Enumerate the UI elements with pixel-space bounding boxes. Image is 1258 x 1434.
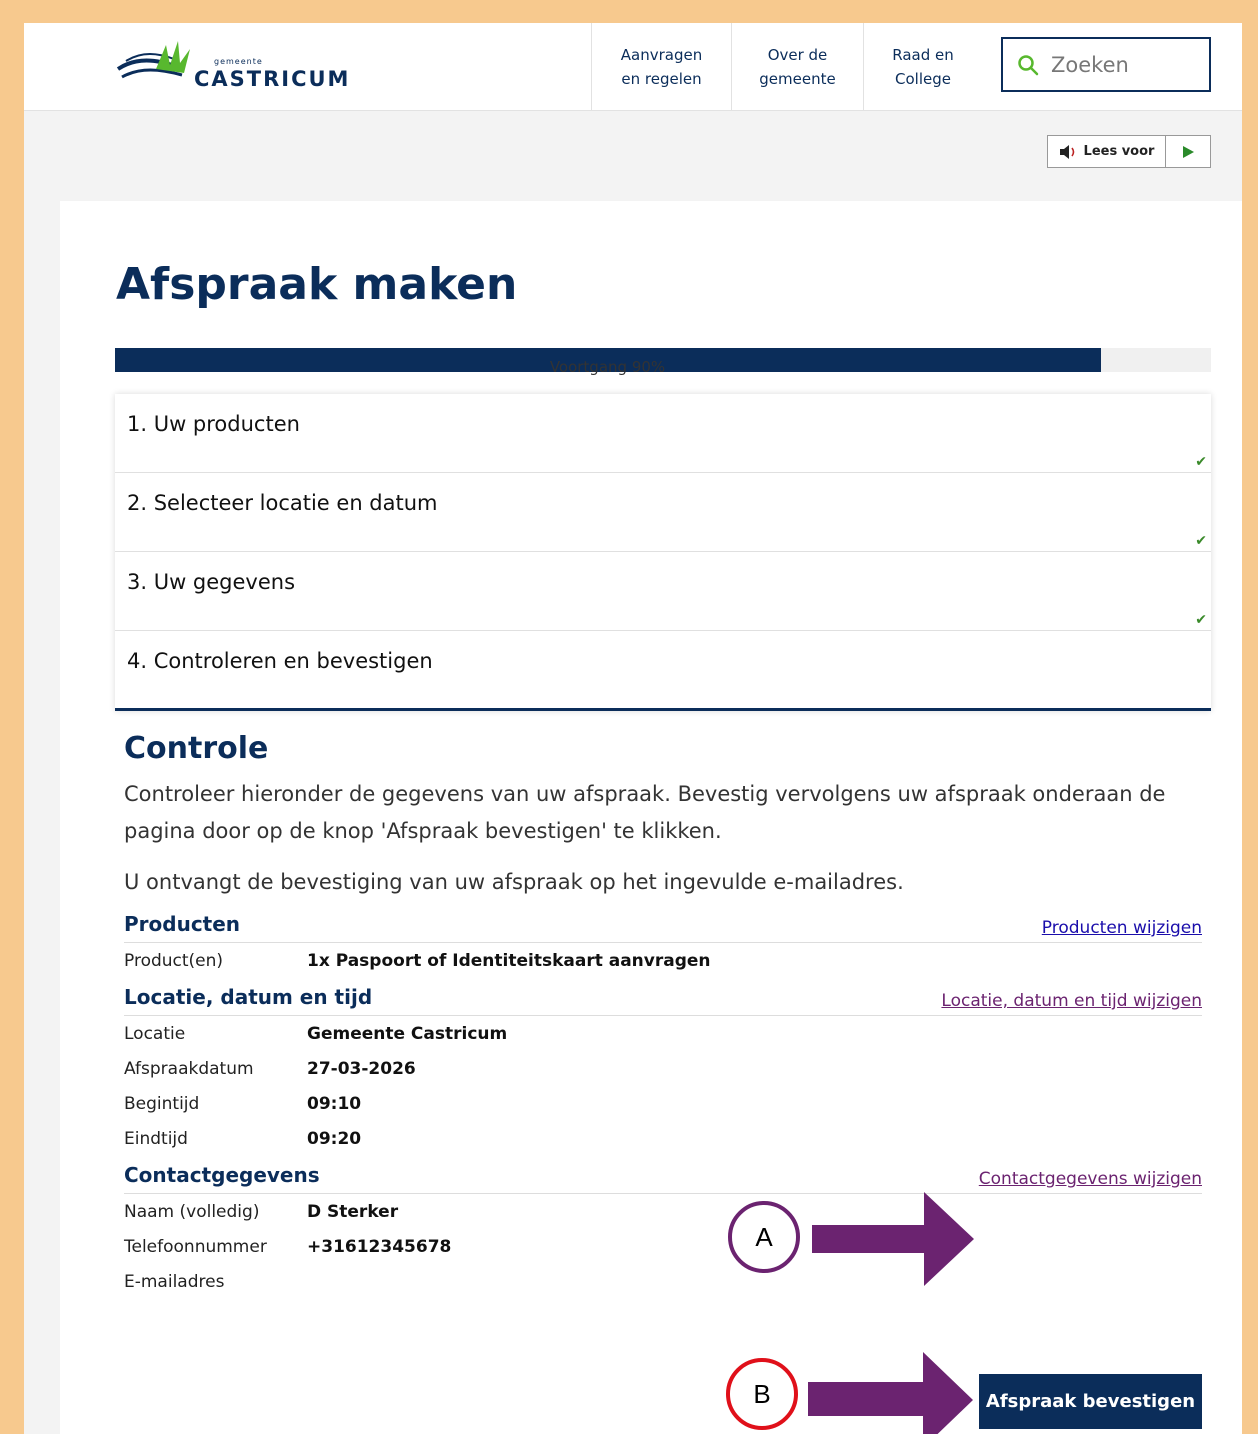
row-key: Begintijd — [124, 1093, 200, 1114]
logo-subtitle: gemeente — [214, 57, 263, 66]
progress-bar: Voortgang 90% — [115, 348, 1211, 376]
naam-row: Naam (volledig) D Sterker — [124, 1194, 1202, 1229]
nav-label-line2: College — [895, 70, 951, 88]
row-key: Locatie — [124, 1023, 186, 1044]
row-key: Product(en) — [124, 950, 224, 971]
annotation-a: A — [728, 1201, 800, 1273]
annotation-a-label: A — [755, 1221, 773, 1252]
producten-title: Producten — [124, 912, 241, 936]
controle-email-note: U ontvangt de bevestiging van uw afspraa… — [124, 870, 904, 894]
checkmark-icon: ✔ — [1195, 533, 1207, 549]
search-input[interactable]: Zoeken — [1001, 37, 1211, 92]
page-title: Afspraak maken — [116, 259, 518, 310]
contact-header: Contactgegevens Contactgegevens wijzigen — [124, 1162, 1202, 1194]
producten-wijzigen-link[interactable]: Producten wijzigen — [1042, 918, 1202, 938]
locatie-wijzigen-link[interactable]: Locatie, datum en tijd wijzigen — [941, 991, 1202, 1011]
product-row: Product(en) 1x Paspoort of Identiteitska… — [124, 943, 1202, 978]
annotation-a-arrow-icon — [812, 1192, 974, 1286]
afspraakdatum-row: Afspraakdatum 27-03-2026 — [124, 1051, 1202, 1086]
site-header: gemeente CASTRICUM Aanvragen en regelen O… — [24, 23, 1242, 111]
annotation-b: B — [726, 1358, 798, 1430]
row-value: 09:10 — [307, 1093, 362, 1114]
step-label: 1. Uw producten — [127, 412, 300, 436]
readspeaker-widget: Lees voor — [1047, 135, 1211, 168]
main-nav: Aanvragen en regelen Over de gemeente Raad… — [591, 23, 982, 111]
play-icon — [1183, 145, 1194, 158]
controle-intro: Controleer hieronder de gegevens van uw … — [124, 782, 1166, 843]
nav-over-de-gemeente[interactable]: Over de gemeente — [731, 23, 863, 111]
row-key: Eindtijd — [124, 1128, 188, 1149]
step-list: 1. Uw producten ✔ 2. Selecteer locatie e… — [115, 394, 1211, 711]
annotation-b-arrow-icon — [808, 1352, 973, 1434]
row-key: E-mailadres — [124, 1271, 225, 1292]
search-icon — [1018, 54, 1039, 75]
step-uw-producten[interactable]: 1. Uw producten ✔ — [115, 394, 1211, 473]
producten-header: Producten Producten wijzigen — [124, 911, 1202, 943]
row-value: 27-03-2026 — [307, 1058, 416, 1079]
logo-wave-icon — [116, 41, 190, 79]
eindtijd-row: Eindtijd 09:20 — [124, 1121, 1202, 1156]
lees-voor-label: Lees voor — [1083, 144, 1155, 159]
locatie-header: Locatie, datum en tijd Locatie, datum en… — [124, 984, 1202, 1016]
controle-section: Controle Controleer hieronder de gegeven… — [124, 731, 1202, 1299]
telefoon-row: Telefoonnummer +31612345678 — [124, 1229, 1202, 1264]
step-label: 3. Uw gegevens — [127, 570, 296, 594]
row-value: 1x Paspoort of Identiteitskaart aanvrage… — [307, 950, 711, 971]
step-uw-gegevens[interactable]: 3. Uw gegevens ✔ — [115, 552, 1211, 631]
email-row: E-mailadres — [124, 1264, 1202, 1299]
locatie-title: Locatie, datum en tijd — [124, 985, 373, 1009]
afspraak-bevestigen-button[interactable]: Afspraak bevestigen — [979, 1374, 1202, 1429]
checkmark-icon: ✔ — [1195, 454, 1207, 470]
progress-label: Voortgang 90% — [549, 358, 666, 376]
row-value: +31612345678 — [307, 1236, 452, 1257]
row-value: D Sterker — [307, 1201, 399, 1222]
logo-wordmark: CASTRICUM — [194, 67, 351, 91]
castricum-logo[interactable]: gemeente CASTRICUM — [116, 37, 356, 97]
begintijd-row: Begintijd 09:10 — [124, 1086, 1202, 1121]
annotation-a-circle: A — [728, 1201, 800, 1273]
row-key: Telefoonnummer — [124, 1236, 267, 1257]
controle-heading: Controle — [124, 731, 269, 766]
annotation-b-circle: B — [726, 1358, 798, 1430]
nav-label-line2: gemeente — [759, 70, 836, 88]
nav-aanvragen-en-regelen[interactable]: Aanvragen en regelen — [591, 23, 731, 111]
speaker-icon — [1059, 144, 1074, 159]
step-locatie-en-datum[interactable]: 2. Selecteer locatie en datum ✔ — [115, 473, 1211, 552]
nav-label-line1: Over de — [767, 46, 828, 64]
lees-voor-button[interactable]: Lees voor — [1048, 136, 1166, 167]
step-label: 4. Controleren en bevestigen — [127, 648, 433, 673]
row-value: 09:20 — [307, 1128, 362, 1149]
checkmark-icon: ✔ — [1195, 612, 1207, 628]
nav-label-line1: Aanvragen — [620, 46, 703, 64]
nav-label-line1: Raad en — [892, 46, 954, 64]
row-key: Naam (volledig) — [124, 1201, 260, 1222]
row-value: Gemeente Castricum — [307, 1023, 508, 1044]
page: gemeente CASTRICUM Aanvragen en regelen O… — [24, 23, 1242, 1434]
contactgegevens-wijzigen-link[interactable]: Contactgegevens wijzigen — [979, 1169, 1202, 1189]
nav-raad-en-college[interactable]: Raad en College — [863, 23, 982, 111]
search-placeholder: Zoeken — [1051, 52, 1129, 77]
contact-title: Contactgegevens — [124, 1163, 320, 1187]
locatie-row: Locatie Gemeente Castricum — [124, 1016, 1202, 1051]
annotation-b-label: B — [753, 1378, 771, 1409]
play-button[interactable] — [1166, 145, 1210, 159]
row-key: Afspraakdatum — [124, 1058, 254, 1079]
nav-label-line2: en regelen — [621, 70, 702, 88]
step-label: 2. Selecteer locatie en datum — [127, 491, 438, 515]
step-controleren-en-bevestigen[interactable]: 4. Controleren en bevestigen — [115, 631, 1211, 711]
